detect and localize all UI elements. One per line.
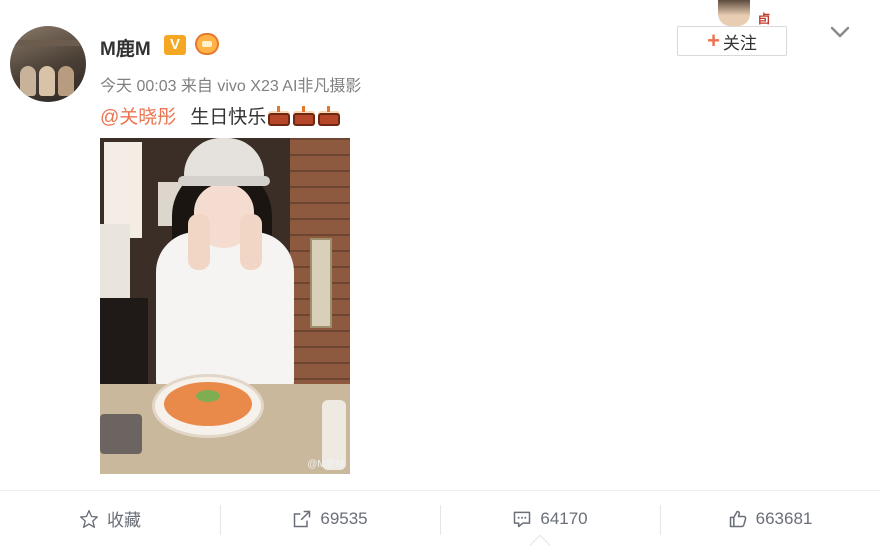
share-icon	[294, 510, 311, 527]
comment-count: 64170	[540, 508, 588, 528]
follow-label: 关注	[722, 33, 757, 53]
photo-detail	[196, 390, 220, 402]
photo-detail	[164, 382, 252, 426]
repost-button[interactable]: 69535	[220, 491, 440, 546]
comment-button[interactable]: 64170	[440, 491, 660, 546]
cake-icon	[292, 104, 316, 128]
like-count: 663681	[755, 508, 813, 528]
plus-icon: +	[707, 28, 720, 53]
photo-watermark: @M鹿M	[307, 459, 344, 470]
photo-detail	[178, 176, 270, 186]
verified-badge-icon: V	[164, 35, 186, 55]
post-text: 生日快乐	[190, 107, 267, 128]
member-crown-icon	[195, 33, 221, 57]
photo-detail	[188, 214, 210, 270]
thumbs-up-icon	[729, 510, 746, 527]
follow-button[interactable]: + 关注	[677, 26, 787, 56]
username-link[interactable]: M鹿M	[100, 34, 151, 61]
avatar-figure	[20, 66, 36, 96]
favorite-button[interactable]: 收藏	[0, 491, 220, 546]
user-avatar[interactable]	[10, 26, 86, 102]
photo-detail	[310, 238, 332, 328]
post-meta: 今天 00:03 来自 vivo X23 AI非凡摄影	[100, 78, 362, 95]
cake-icon	[317, 104, 341, 128]
mention-link[interactable]: @关晓彤	[100, 102, 176, 129]
cake-icon	[267, 104, 291, 128]
comment-icon	[514, 511, 531, 527]
like-button[interactable]: 663681	[660, 491, 880, 546]
star-icon	[80, 509, 99, 528]
favorite-label: 收藏	[107, 511, 141, 530]
chevron-down-icon[interactable]	[830, 22, 850, 42]
mini-avatar	[718, 0, 750, 26]
mini-mark: 卣	[758, 12, 771, 26]
post-photo[interactable]: @M鹿M	[100, 138, 350, 474]
photo-detail	[100, 414, 142, 454]
post-content: @关晓彤 生日快乐	[100, 102, 341, 129]
photo-detail	[156, 232, 294, 388]
avatar-figure	[39, 66, 55, 96]
avatar-figure	[58, 66, 74, 96]
avatar-background	[10, 40, 86, 46]
photo-detail	[240, 214, 262, 270]
action-bar: 收藏 69535 64170 663681	[0, 490, 880, 546]
repost-count: 69535	[320, 508, 368, 528]
